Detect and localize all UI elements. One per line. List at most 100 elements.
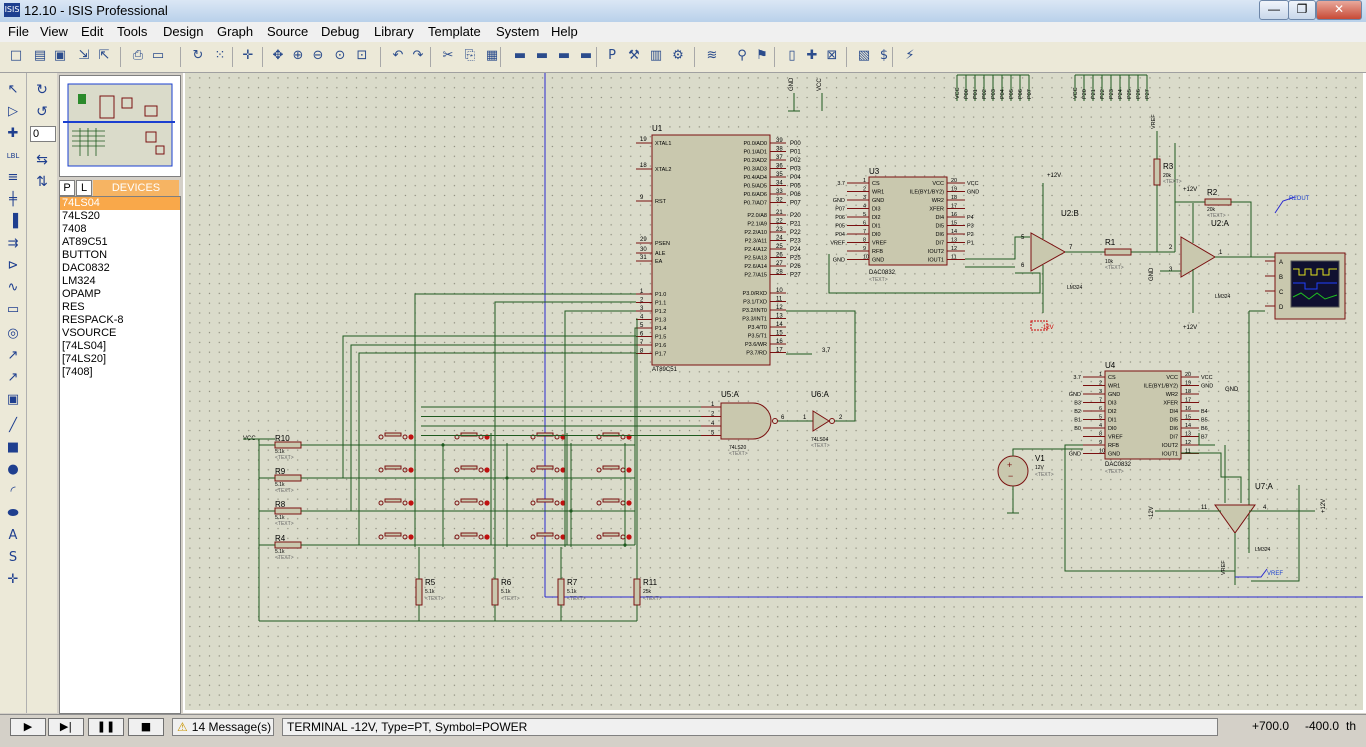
menu-library[interactable]: Library: [374, 24, 414, 39]
paste-icon[interactable]: ▦: [484, 48, 500, 64]
make-device-icon[interactable]: ⚒: [626, 48, 642, 64]
device-list-item[interactable]: DAC0832: [60, 262, 180, 275]
menu-template[interactable]: Template: [428, 24, 481, 39]
subcircuit-icon[interactable]: ▐: [4, 213, 22, 231]
component-mode-icon[interactable]: ▷: [4, 103, 22, 121]
device-list-item[interactable]: OPAMP: [60, 288, 180, 301]
menu-design[interactable]: Design: [163, 24, 203, 39]
redo-icon[interactable]: ↷: [410, 48, 426, 64]
close-button[interactable]: ✕: [1316, 0, 1362, 20]
editing-window[interactable]: U1 AT89C51 19 XTAL1 18 XTAL2 9 RST 29 PSEN 30 ALE 31…: [183, 73, 1366, 713]
wire-label-icon[interactable]: LBL: [4, 147, 22, 165]
device-list-item[interactable]: RESPACK-8: [60, 314, 180, 327]
zoom-in-icon[interactable]: ⊕: [290, 48, 306, 64]
decompose-icon[interactable]: ⚙: [670, 48, 686, 64]
voltage-probe-icon[interactable]: ↗: [4, 347, 22, 365]
rotate-clockwise-icon[interactable]: ↻: [33, 81, 51, 99]
save-icon[interactable]: ▣: [52, 48, 68, 64]
schematic-drawing[interactable]: U1AT89C5119XTAL118XTAL29RST29PSEN30ALE31…: [185, 73, 1363, 710]
marker-icon[interactable]: ✛: [4, 571, 22, 589]
selection-mode-icon[interactable]: ↖: [4, 81, 22, 99]
pause-button[interactable]: ❚❚: [88, 718, 124, 736]
block-delete-icon[interactable]: ▬: [578, 48, 594, 64]
electrical-rule-icon[interactable]: $: [876, 48, 892, 64]
menu-system[interactable]: System: [496, 24, 539, 39]
device-list-item[interactable]: VSOURCE: [60, 327, 180, 340]
virtual-instruments-icon[interactable]: ▣: [4, 391, 22, 409]
search-icon[interactable]: ⚲: [734, 48, 750, 64]
device-list-item[interactable]: AT89C51: [60, 236, 180, 249]
generator-icon[interactable]: ◎: [4, 325, 22, 343]
message-count[interactable]: ⚠ 14 Message(s): [172, 718, 274, 736]
set-area-icon[interactable]: ▭: [150, 48, 166, 64]
block-copy-icon[interactable]: ▬: [512, 48, 528, 64]
new-sheet-icon[interactable]: ▯: [784, 48, 800, 64]
junction-dot-icon[interactable]: ✚: [4, 125, 22, 143]
schematic-canvas[interactable]: U1 AT89C51 19 XTAL1 18 XTAL2 9 RST 29 PSEN 30 ALE 31…: [185, 73, 1363, 710]
bill-of-materials-icon[interactable]: ▧: [856, 48, 872, 64]
step-button[interactable]: ▶|: [48, 718, 84, 736]
arc-icon[interactable]: ◜: [4, 483, 22, 501]
origin-icon[interactable]: ✛: [240, 48, 256, 64]
graph-icon[interactable]: ∿: [4, 279, 22, 297]
rotate-anticlockwise-icon[interactable]: ↺: [33, 103, 51, 121]
device-list-item[interactable]: 74LS04: [60, 197, 180, 210]
menu-edit[interactable]: Edit: [81, 24, 103, 39]
device-list-item[interactable]: RES: [60, 301, 180, 314]
refresh-icon[interactable]: ↻: [190, 48, 206, 64]
maximize-button[interactable]: ❐: [1288, 0, 1316, 20]
box-icon[interactable]: ■: [4, 439, 22, 457]
text-script-icon[interactable]: ≡: [4, 169, 22, 187]
bus-icon[interactable]: ╪: [4, 191, 22, 209]
menu-graph[interactable]: Graph: [217, 24, 253, 39]
grid-icon[interactable]: ⁙: [212, 48, 228, 64]
netlist-to-ares-icon[interactable]: ⚡: [902, 48, 918, 64]
pick-device-tab[interactable]: P: [59, 180, 75, 196]
menu-source[interactable]: Source: [267, 24, 308, 39]
menu-view[interactable]: View: [40, 24, 68, 39]
menu-debug[interactable]: Debug: [321, 24, 359, 39]
block-move-icon[interactable]: ▬: [534, 48, 550, 64]
mirror-y-icon[interactable]: ⇅: [33, 173, 51, 191]
menu-file[interactable]: File: [8, 24, 29, 39]
line-icon[interactable]: ╱: [4, 417, 22, 435]
device-list-item[interactable]: [74LS04]: [60, 340, 180, 353]
device-list-item[interactable]: 7408: [60, 223, 180, 236]
device-list-item[interactable]: 74LS20: [60, 210, 180, 223]
pan-icon[interactable]: ✥: [270, 48, 286, 64]
block-rotate-icon[interactable]: ▬: [556, 48, 572, 64]
export-icon[interactable]: ⇱: [96, 48, 112, 64]
path-icon[interactable]: ⬬: [4, 505, 22, 523]
circle-icon[interactable]: ●: [4, 461, 22, 479]
package-icon[interactable]: ▥: [648, 48, 664, 64]
zoom-out-icon[interactable]: ⊖: [310, 48, 326, 64]
mirror-x-icon[interactable]: ⇆: [33, 151, 51, 169]
goto-sheet-icon[interactable]: ⊠: [824, 48, 840, 64]
library-tab[interactable]: L: [76, 180, 92, 196]
menu-help[interactable]: Help: [551, 24, 578, 39]
overview-window[interactable]: [59, 75, 181, 177]
zoom-area-icon[interactable]: ⊡: [354, 48, 370, 64]
symbol-icon[interactable]: S: [4, 549, 22, 567]
play-button[interactable]: ▶: [10, 718, 46, 736]
current-probe-icon[interactable]: ↗: [4, 369, 22, 387]
terminals-icon[interactable]: ⇉: [4, 235, 22, 253]
remove-sheet-icon[interactable]: ✚: [804, 48, 820, 64]
device-list-item[interactable]: [74LS20]: [60, 353, 180, 366]
import-icon[interactable]: ⇲: [76, 48, 92, 64]
stop-button[interactable]: ■: [128, 718, 164, 736]
device-list-item[interactable]: [7408]: [60, 366, 180, 379]
minimize-button[interactable]: —: [1259, 0, 1289, 20]
property-assign-icon[interactable]: ⚑: [754, 48, 770, 64]
device-pins-icon[interactable]: ⊳: [4, 257, 22, 275]
wire-autorouter-icon[interactable]: ≋: [704, 48, 720, 64]
rotation-angle-field[interactable]: 0: [30, 126, 56, 142]
pick-device-icon[interactable]: P: [604, 48, 620, 64]
text-icon[interactable]: A: [4, 527, 22, 545]
device-list-item[interactable]: LM324: [60, 275, 180, 288]
device-list-item[interactable]: BUTTON: [60, 249, 180, 262]
copy-icon[interactable]: ⎘: [462, 48, 478, 64]
zoom-all-icon[interactable]: ⊙: [332, 48, 348, 64]
open-icon[interactable]: ▤: [32, 48, 48, 64]
new-icon[interactable]: □: [8, 48, 24, 64]
